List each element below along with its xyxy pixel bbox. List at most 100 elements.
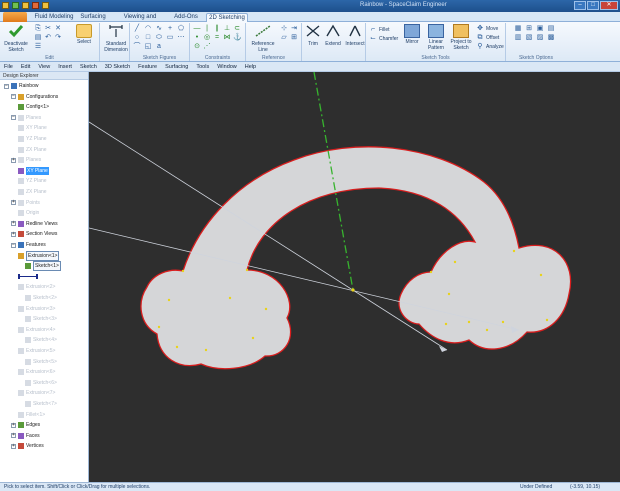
- tree-item[interactable]: YZ Plane: [18, 135, 47, 143]
- redo-icon[interactable]: ↷: [54, 34, 62, 42]
- tree-item[interactable]: + Planes: [11, 156, 41, 164]
- mirror-button[interactable]: Mirror: [402, 24, 422, 45]
- cut-icon[interactable]: ✂: [44, 25, 52, 33]
- expand-toggle-icon[interactable]: +: [11, 221, 16, 227]
- deactivate-sketch-button[interactable]: Deactivate Sketch: [3, 24, 29, 53]
- tree-item[interactable]: Sketch<1>: [25, 261, 61, 272]
- tree-item[interactable]: ZX Plane: [18, 188, 47, 196]
- collinear-constraint-icon[interactable]: ⋰: [203, 43, 211, 51]
- undo-icon[interactable]: ↶: [44, 34, 52, 42]
- tree-item[interactable]: + Points: [11, 199, 40, 207]
- vertex-point[interactable]: [228, 296, 232, 300]
- expand-toggle-icon[interactable]: +: [11, 433, 16, 439]
- vertex-point[interactable]: [539, 273, 543, 277]
- tree-item[interactable]: Extrusion<2>: [18, 283, 55, 291]
- vertex-point[interactable]: [157, 325, 161, 329]
- tree-item[interactable]: + Faces: [11, 432, 40, 440]
- intersect-button[interactable]: Intersect: [344, 24, 366, 47]
- tree-item[interactable]: Fillet<1>: [18, 411, 45, 419]
- paste-icon[interactable]: ▤: [34, 34, 42, 42]
- tree-item[interactable]: + Section Views: [11, 230, 57, 238]
- select-button[interactable]: Select: [72, 24, 96, 45]
- vertex-point[interactable]: [545, 318, 549, 322]
- graphics-viewport[interactable]: [88, 71, 620, 482]
- minimize-button[interactable]: –: [574, 1, 586, 10]
- rainbow-sketch-shape[interactable]: [140, 146, 572, 370]
- construction-icon[interactable]: ⋯: [177, 34, 185, 42]
- origin-point[interactable]: [351, 288, 355, 292]
- grid-icon[interactable]: ▦: [514, 25, 522, 33]
- relations-icon[interactable]: ▥: [514, 34, 522, 42]
- tree-item[interactable]: + Edges: [11, 421, 40, 429]
- polygon-icon[interactable]: ⬠: [177, 25, 185, 33]
- reference-point-icon[interactable]: ⊹: [280, 25, 288, 33]
- tree-item[interactable]: Extrusion<6>: [18, 368, 55, 376]
- tab-viewing-analysis[interactable]: Viewing and Analysis: [112, 13, 168, 29]
- check-sketch-icon[interactable]: ▩: [547, 34, 555, 42]
- move-button[interactable]: ✥ Move: [476, 24, 504, 33]
- menu-surfacing[interactable]: Surfacing: [161, 62, 192, 71]
- expand-toggle-icon[interactable]: +: [11, 231, 16, 237]
- sketch-canvas[interactable]: [88, 71, 620, 482]
- app-menu-button[interactable]: [3, 12, 27, 22]
- trim-button[interactable]: Trim: [304, 24, 322, 47]
- rectangle-icon[interactable]: □: [144, 34, 152, 42]
- tree-item[interactable]: + Redline Views: [11, 220, 58, 228]
- vertex-point[interactable]: [485, 328, 489, 332]
- vertex-point[interactable]: [429, 270, 433, 274]
- midpoint-constraint-icon[interactable]: ⊙: [193, 43, 201, 51]
- tab-surfacing[interactable]: Surfacing: [78, 13, 108, 22]
- open-icon[interactable]: [22, 2, 29, 9]
- vertex-point[interactable]: [467, 320, 471, 324]
- menu-view[interactable]: View: [34, 62, 54, 71]
- tree-item[interactable]: YZ Plane: [18, 177, 47, 185]
- tree-item[interactable]: XY Plane: [18, 166, 49, 175]
- vertex-point[interactable]: [501, 320, 505, 324]
- vertex-point[interactable]: [264, 307, 268, 311]
- menu-help[interactable]: Help: [241, 62, 260, 71]
- expand-toggle-icon[interactable]: −: [11, 242, 16, 248]
- constraints-display-icon[interactable]: ▣: [536, 25, 544, 33]
- tree-item[interactable]: Sketch<6>: [25, 379, 57, 387]
- circle-icon[interactable]: ○: [133, 34, 141, 42]
- fillet-button[interactable]: ⌐ Fillet: [369, 25, 398, 34]
- sketch-plane-icon[interactable]: ▨: [536, 34, 544, 42]
- corner-rectangle-icon[interactable]: ◱: [144, 43, 152, 51]
- standard-dimension-button[interactable]: Standard Dimension: [102, 24, 130, 53]
- tree-item[interactable]: Extrusion<3>: [18, 305, 55, 313]
- tree-item[interactable]: − Planes: [11, 114, 41, 122]
- vertex-point[interactable]: [204, 348, 208, 352]
- vertex-point[interactable]: [167, 298, 171, 302]
- tree-item[interactable]: Sketch<3>: [25, 315, 57, 323]
- tree-item[interactable]: [18, 273, 38, 281]
- maximize-button[interactable]: □: [587, 1, 599, 10]
- expand-toggle-icon[interactable]: −: [11, 94, 16, 100]
- vertex-point[interactable]: [251, 336, 255, 340]
- vertex-point[interactable]: [181, 269, 185, 273]
- tree-item[interactable]: XY Plane: [18, 124, 47, 132]
- linear-pattern-button[interactable]: Linear Pattern: [424, 24, 448, 51]
- tree-item[interactable]: ZX Plane: [18, 146, 47, 154]
- vertex-point[interactable]: [453, 260, 457, 264]
- expand-toggle-icon[interactable]: −: [11, 115, 16, 121]
- tree-item[interactable]: − Configurations: [11, 93, 58, 101]
- chamfer-button[interactable]: ⌙ Chamfer: [369, 34, 398, 43]
- tree-item[interactable]: Extrusion<4>: [18, 326, 55, 334]
- reference-line-button[interactable]: Reference Line: [248, 24, 278, 53]
- menu-edit[interactable]: Edit: [17, 62, 34, 71]
- menu-tools[interactable]: Tools: [192, 62, 213, 71]
- tree-item[interactable]: − Rainbow: [4, 82, 38, 90]
- close-button[interactable]: ✕: [600, 1, 618, 10]
- save-icon[interactable]: [2, 2, 9, 9]
- menu-sketch[interactable]: Sketch: [76, 62, 101, 71]
- project-to-sketch-button[interactable]: Project to Sketch: [448, 24, 474, 51]
- menu-file[interactable]: File: [0, 62, 17, 71]
- tree-item[interactable]: Extrusion<1>: [18, 250, 60, 261]
- tab-add-ons[interactable]: Add-Ons: [172, 13, 200, 22]
- tab-2d-sketching[interactable]: 2D Sketching: [206, 13, 248, 22]
- copy-icon[interactable]: ⎘: [34, 25, 42, 33]
- tree-item[interactable]: Sketch<4>: [25, 336, 57, 344]
- expand-toggle-icon[interactable]: +: [11, 443, 16, 449]
- snap-icon[interactable]: ⊞: [525, 25, 533, 33]
- parallel-constraint-icon[interactable]: ∥: [213, 25, 221, 33]
